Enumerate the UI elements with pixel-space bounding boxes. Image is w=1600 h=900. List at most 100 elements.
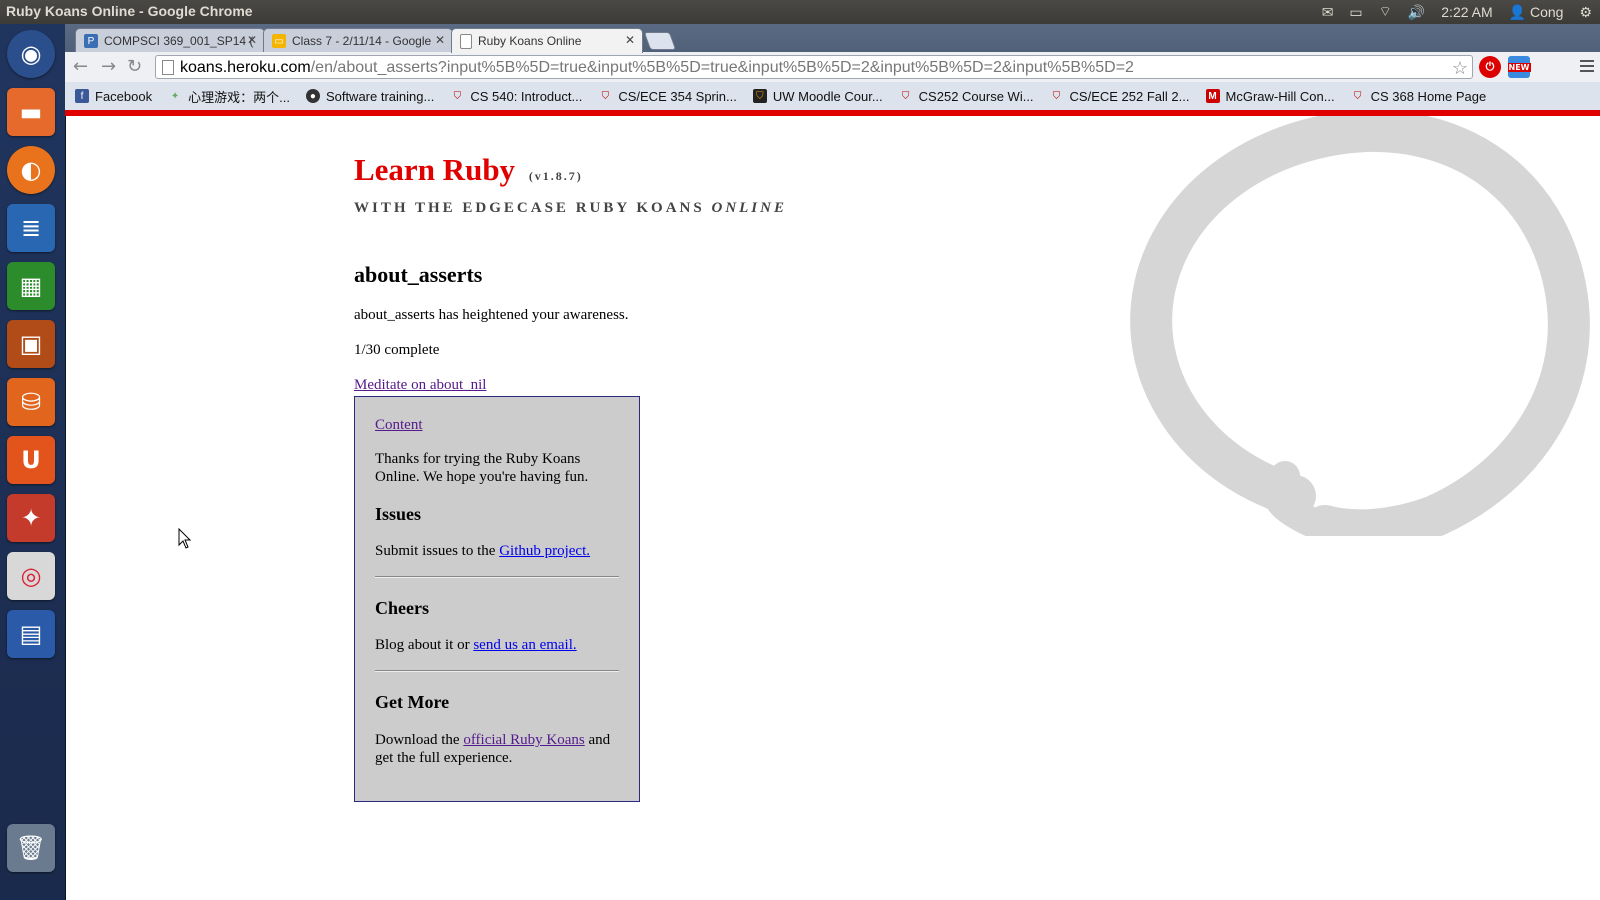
wifi-icon[interactable]: ⌔: [1379, 3, 1392, 21]
uw-crest-icon: ⛉: [1052, 90, 1061, 102]
writer-icon[interactable]: ≣: [7, 204, 55, 252]
tab-label: COMPSCI 369_001_SP14 (: [104, 34, 254, 48]
progress-text: 1/30 complete: [354, 342, 440, 358]
bookmark-software-training[interactable]: ● Software training...: [305, 88, 435, 104]
impress-icon[interactable]: ▣: [7, 320, 55, 368]
browser-chrome: P COMPSCI 369_001_SP14 ( ✕ ▭ Class 7 - 2…: [65, 24, 1600, 116]
bookmark-cs354[interactable]: ⛉ CS/ECE 354 Sprin...: [598, 89, 737, 104]
extension-new-icon[interactable]: NEW: [1507, 56, 1531, 78]
url-host: koans.heroku.com: [180, 59, 311, 76]
cheers-paragraph: Blog about it or send us an email.: [375, 637, 619, 654]
divider: [375, 576, 619, 578]
tab-compsci[interactable]: P COMPSCI 369_001_SP14 ( ✕: [75, 28, 265, 53]
tab-ruby-koans[interactable]: Ruby Koans Online ✕: [451, 28, 643, 53]
thanks-text: Thanks for trying the Ruby Koans Online.…: [375, 451, 589, 485]
battery-icon[interactable]: ▭: [1349, 4, 1362, 21]
uw-crest-icon: ⛉: [1353, 90, 1362, 102]
official-koans-link[interactable]: official Ruby Koans: [463, 732, 584, 748]
bookmark-label: CS252 Course Wi...: [918, 88, 1034, 104]
bookmark-mcgraw[interactable]: M McGraw-Hill Con...: [1205, 88, 1335, 104]
bookmark-label: CS/ECE 252 Fall 2...: [1069, 88, 1190, 104]
bookmark-cs252[interactable]: ⛉ CS252 Course Wi...: [899, 89, 1034, 104]
content-link[interactable]: Content: [375, 417, 423, 433]
tab-label: Class 7 - 2/11/14 - Google: [292, 34, 432, 48]
uw-crest-icon: ⛉: [901, 90, 910, 102]
firefox-icon[interactable]: ◐: [7, 146, 55, 194]
user-name: Cong: [1529, 3, 1564, 20]
reload-icon[interactable]: ↻: [127, 56, 142, 77]
tagline: WITH THE EDGECASE RUBY KOANS ONLINE: [354, 200, 787, 217]
bookmark-label: McGraw-Hill Con...: [1225, 88, 1335, 104]
chrome-menu-icon[interactable]: [1580, 57, 1594, 75]
page-content: Learn Ruby (v1.8.7) WITH THE EDGECASE RU…: [65, 116, 1600, 900]
facebook-icon: f: [75, 89, 89, 103]
bookmark-ece252[interactable]: ⛉ CS/ECE 252 Fall 2...: [1050, 89, 1190, 104]
get-more-paragraph: Download the official Ruby Koans and get…: [375, 731, 619, 767]
new-badge: NEW: [1507, 62, 1531, 72]
meditate-link[interactable]: Meditate on about_nil: [354, 377, 486, 394]
launcher: ◉ ▬ ◐ ≣ ▦ ▣ ⛁ U ✦ ◎ ▤ 🗑: [0, 24, 66, 900]
bookmark-label: CS/ECE 354 Sprin...: [618, 88, 737, 104]
get-more-text: Download the: [375, 732, 464, 748]
files-icon[interactable]: ▬: [7, 88, 55, 136]
bookmark-facebook[interactable]: f Facebook: [75, 89, 152, 104]
cheers-text: Blog about it or: [375, 637, 474, 653]
ubuntu-one-icon[interactable]: U: [7, 436, 55, 484]
system-settings-icon[interactable]: ✦: [7, 494, 55, 542]
trash-icon[interactable]: 🗑: [7, 824, 55, 872]
cheers-heading: Cheers: [375, 598, 429, 618]
site-logo-title: Learn Ruby (v1.8.7): [354, 152, 583, 188]
user-icon: 👤: [1508, 3, 1527, 20]
chrome-icon[interactable]: ◎: [7, 552, 55, 600]
calc-icon[interactable]: ▦: [7, 262, 55, 310]
get-more-heading: Get More: [375, 692, 450, 712]
bookmarks-bar: f Facebook ✦ 心理游戏：两个... ● Software training…: [65, 82, 1600, 110]
back-arrow-icon[interactable]: ←: [73, 56, 88, 77]
uw-crest-icon: ⛉: [601, 90, 610, 102]
issues-heading: Issues: [375, 504, 422, 524]
bookmark-label: Facebook: [95, 88, 153, 104]
bookmark-cs540[interactable]: ⛉ CS 540: Introduct...: [450, 88, 583, 104]
url-path: /en/about_asserts?input%5B%5D=true&input…: [310, 59, 1134, 76]
user-menu[interactable]: 👤 Cong: [1509, 4, 1564, 21]
close-icon[interactable]: ✕: [625, 33, 635, 47]
slides-icon: ▭: [272, 34, 286, 48]
forward-arrow-icon[interactable]: →: [101, 56, 116, 77]
bookmark-label: CS 540: Introduct...: [470, 88, 583, 104]
email-link[interactable]: send us an email.: [473, 637, 576, 653]
tab-class7[interactable]: ▭ Class 7 - 2/11/14 - Google ✕: [263, 28, 453, 53]
volume-icon[interactable]: 🔊: [1408, 4, 1425, 21]
adblock-icon[interactable]: ⏻: [1479, 56, 1501, 78]
tab-strip: P COMPSCI 369_001_SP14 ( ✕ ▭ Class 7 - 2…: [65, 26, 1600, 53]
window-title: Ruby Koans Online - Google Chrome: [6, 3, 253, 19]
software-center-icon[interactable]: ⛁: [7, 378, 55, 426]
bookmark-game[interactable]: ✦ 心理游戏：两个...: [168, 87, 290, 106]
address-bar[interactable]: koans.heroku.com/en/about_asserts?input%…: [155, 55, 1473, 79]
new-tab-button[interactable]: [643, 32, 677, 50]
page-info-icon[interactable]: [162, 60, 174, 75]
bookmark-star-icon[interactable]: ☆: [1452, 56, 1468, 78]
clock[interactable]: 2:22 AM: [1441, 4, 1492, 20]
github-project-link[interactable]: Github project.: [499, 543, 590, 559]
close-icon[interactable]: ✕: [435, 33, 445, 47]
workspace-switcher-icon[interactable]: ▤: [7, 610, 55, 658]
settings-gear-icon[interactable]: ⚙: [1579, 4, 1592, 21]
dash-home-icon[interactable]: ◉: [7, 30, 55, 78]
bookmark-moodle[interactable]: ⛉ UW Moodle Cour...: [752, 89, 883, 104]
close-icon[interactable]: ✕: [247, 33, 257, 47]
tagline-text: WITH THE EDGECASE RUBY KOANS: [354, 200, 712, 216]
bookmark-label: Software training...: [325, 88, 435, 104]
bookmark-label: 心理游戏：两个...: [188, 89, 290, 105]
issues-text: Submit issues to the: [375, 543, 500, 559]
uw-crest-icon: ⛉: [453, 90, 462, 102]
toolbar: ← → ↻ koans.heroku.com/en/about_asserts?…: [65, 52, 1600, 82]
koan-heading: about_asserts: [354, 262, 483, 287]
page-icon: [460, 33, 472, 49]
bookmark-label: CS 368 Home Page: [1370, 88, 1487, 104]
bookmark-cs368[interactable]: ⛉ CS 368 Home Page: [1351, 88, 1487, 104]
p-icon: P: [84, 34, 98, 48]
sidebar-box: Content Thanks for trying the Ruby Koans…: [354, 396, 640, 802]
moodle-icon: ⛉: [752, 89, 767, 103]
tutorial-icon: ●: [305, 89, 320, 103]
mail-icon[interactable]: ✉: [1322, 4, 1334, 21]
